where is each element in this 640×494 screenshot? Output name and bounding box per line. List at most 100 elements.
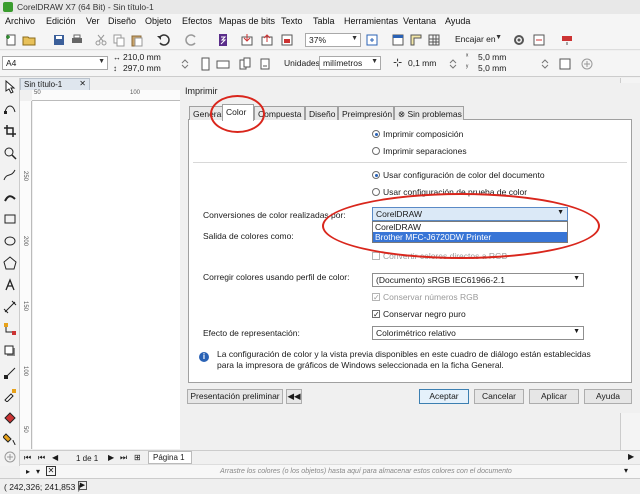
publish-pdf-icon[interactable] — [280, 33, 294, 47]
rulers-icon[interactable] — [409, 33, 423, 47]
add-circle-icon[interactable] — [580, 57, 594, 71]
menu-efectos[interactable]: Efectos — [182, 16, 212, 26]
accept-button[interactable]: Aceptar — [419, 389, 469, 404]
next-page-icon[interactable]: ▶ — [108, 453, 114, 462]
color-profile-select[interactable]: (Documento) sRGB IEC61966-2.1 ▼ — [372, 273, 584, 287]
import-icon[interactable] — [240, 33, 254, 47]
grid-icon[interactable] — [427, 33, 441, 47]
zoom-level-select[interactable]: 37% ▼ — [305, 33, 361, 47]
smart-fill-tool-icon[interactable] — [3, 432, 17, 446]
status-arrow-icon[interactable]: ▶ — [78, 481, 87, 490]
nudge-stepper[interactable] — [446, 57, 460, 71]
menu-diseno[interactable]: Diseño — [108, 16, 136, 26]
add-tool-icon[interactable] — [3, 450, 17, 464]
menu-archivo[interactable]: Archivo — [5, 16, 35, 26]
pick-tool-icon[interactable] — [3, 80, 17, 94]
close-tab-icon[interactable]: ✕ — [79, 79, 86, 88]
menu-edicion[interactable]: Edición — [46, 16, 76, 26]
page-height-field[interactable]: 297,0 mm — [123, 63, 173, 74]
menu-ver[interactable]: Ver — [86, 16, 100, 26]
interactive-fill-tool-icon[interactable] — [3, 410, 17, 424]
page-tab[interactable]: Página 1 — [148, 451, 192, 464]
radio-print-separations[interactable] — [372, 147, 380, 155]
page-size-select[interactable]: A4 ▼ — [2, 56, 108, 70]
tab-diseno[interactable]: Diseño — [305, 106, 338, 120]
menu-ventana[interactable]: Ventana — [403, 16, 436, 26]
tab-preimpresion[interactable]: Preimpresión — [338, 106, 394, 120]
duplicate-stepper[interactable] — [538, 57, 552, 71]
first-page-icon[interactable]: ⏮ — [24, 453, 31, 463]
full-screen-icon[interactable] — [391, 33, 405, 47]
rendering-intent-select[interactable]: Colorimétrico relativo ▼ — [372, 326, 584, 340]
document-tab[interactable]: Sin título-1 ✕ — [20, 78, 90, 90]
options-icon[interactable] — [560, 33, 574, 47]
drop-shadow-tool-icon[interactable] — [3, 344, 17, 358]
menu-objeto[interactable]: Objeto — [145, 16, 172, 26]
transparency-tool-icon[interactable] — [3, 366, 17, 380]
rectangle-tool-icon[interactable] — [3, 212, 17, 226]
previous-page-icon[interactable]: ◀ — [52, 453, 58, 462]
ellipse-tool-icon[interactable] — [3, 234, 17, 248]
parallel-dimension-tool-icon[interactable] — [3, 300, 17, 314]
search-content-icon[interactable] — [216, 33, 230, 47]
all-pages-icon[interactable] — [238, 57, 252, 71]
undo-icon[interactable] — [156, 33, 170, 47]
menu-ayuda[interactable]: Ayuda — [445, 16, 470, 26]
settings-gear-icon[interactable] — [512, 33, 526, 47]
menu-mapas-de-bits[interactable]: Mapas de bits — [219, 16, 275, 26]
palette-options-icon[interactable]: ▸ — [26, 467, 30, 476]
duplicate-y-field[interactable]: 5,0 mm — [478, 63, 528, 74]
menu-herramientas[interactable]: Herramientas — [344, 16, 398, 26]
print-preview-button[interactable]: Presentación preliminar — [187, 389, 283, 404]
tab-sin-problemas[interactable]: ⊗ Sin problemas — [394, 106, 464, 120]
crop-tool-icon[interactable] — [3, 124, 17, 138]
checkbox-preserve-pure-black[interactable]: ✓ — [372, 310, 380, 319]
zoom-fit-icon[interactable] — [365, 33, 379, 47]
page-border-icon[interactable] — [558, 57, 572, 71]
current-page-icon[interactable] — [258, 57, 272, 71]
checkbox-convert-spot-to-rgb[interactable] — [372, 252, 380, 260]
export-icon[interactable] — [260, 33, 274, 47]
horizontal-ruler[interactable]: 50 100 — [32, 90, 180, 101]
menu-tabla[interactable]: Tabla — [313, 16, 335, 26]
new-document-icon[interactable] — [4, 33, 18, 47]
last-page-icon[interactable]: ⏭ — [120, 453, 127, 463]
portrait-icon[interactable] — [198, 57, 212, 71]
radio-print-composite[interactable] — [372, 130, 380, 138]
snap-to-select[interactable]: Encajar en ▼ — [452, 33, 504, 47]
apply-button[interactable]: Aplicar — [529, 389, 579, 404]
page-width-field[interactable]: 210,0 mm — [123, 52, 173, 63]
tab-general[interactable]: General — [189, 106, 223, 120]
shape-tool-icon[interactable] — [3, 102, 17, 116]
help-button[interactable]: Ayuda — [584, 389, 632, 404]
zoom-tool-icon[interactable] — [3, 146, 17, 160]
units-select[interactable]: milímetros ▼ — [319, 56, 381, 70]
radio-proof-color-settings[interactable] — [372, 188, 380, 196]
landscape-icon[interactable] — [216, 57, 230, 71]
option-brother-printer[interactable]: Brother MFC-J6720DW Printer — [373, 232, 567, 242]
connector-tool-icon[interactable] — [3, 322, 17, 336]
scroll-right-icon[interactable]: ▶ — [628, 452, 634, 461]
checkbox-preserve-rgb-numbers[interactable]: ✓ — [372, 293, 380, 302]
print-icon[interactable] — [70, 33, 84, 47]
open-folder-icon[interactable] — [22, 33, 36, 47]
page-size-stepper[interactable] — [178, 57, 192, 71]
freehand-tool-icon[interactable] — [3, 168, 17, 182]
option-coreldraw[interactable]: CorelDRAW — [373, 222, 567, 232]
palette-menu-icon[interactable]: ▾ — [624, 466, 628, 475]
nudge-distance-field[interactable]: 0,1 mm — [405, 57, 445, 71]
tab-compuesta[interactable]: Compuesta — [254, 106, 305, 120]
tab-color[interactable]: Color — [222, 104, 254, 121]
polygon-tool-icon[interactable] — [3, 256, 17, 270]
rewind-preview-icon[interactable]: ◀◀ — [286, 389, 302, 404]
cut-icon[interactable] — [94, 33, 108, 47]
color-eyedropper-tool-icon[interactable] — [3, 388, 17, 402]
menu-texto[interactable]: Texto — [281, 16, 303, 26]
text-tool-icon[interactable] — [3, 278, 17, 292]
drawing-canvas[interactable] — [33, 101, 180, 449]
palette-options-icon[interactable]: ▾ — [36, 467, 40, 476]
radio-document-color-settings[interactable] — [372, 171, 380, 179]
save-icon[interactable] — [52, 33, 66, 47]
color-conversions-select[interactable]: CorelDRAW ▼ — [372, 207, 568, 221]
duplicate-x-field[interactable]: 5,0 mm — [478, 52, 528, 63]
